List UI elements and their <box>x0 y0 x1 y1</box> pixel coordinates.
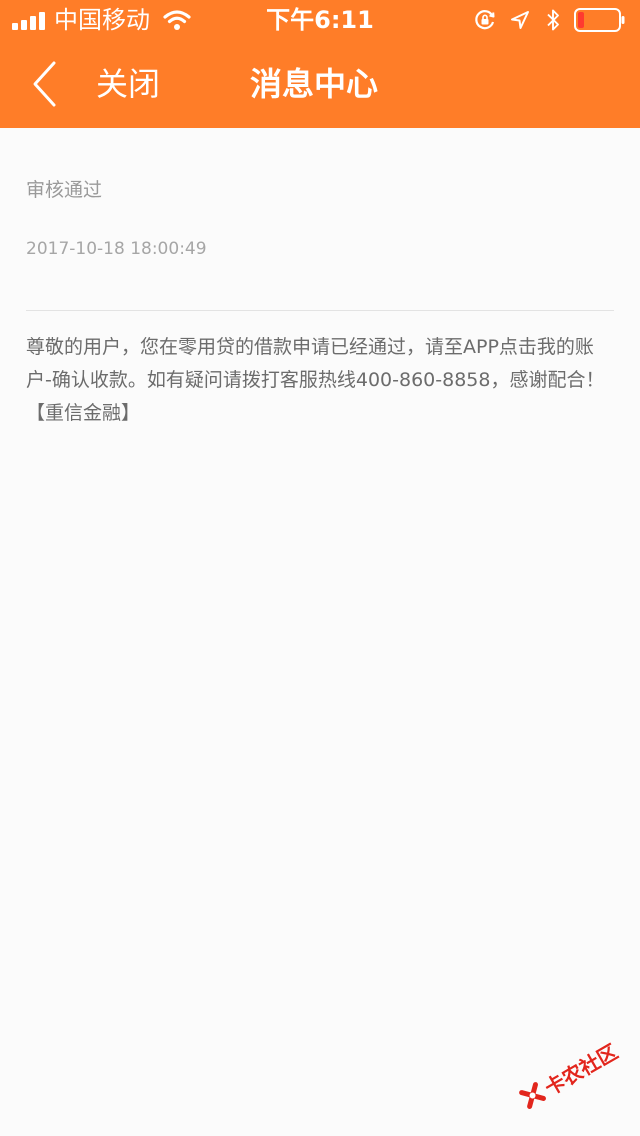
chevron-left-icon <box>33 61 56 107</box>
status-bar: 中国移动 下午6:11 <box>0 0 640 40</box>
back-button[interactable]: 关闭 <box>24 54 174 114</box>
battery-icon <box>574 8 625 32</box>
page-title: 消息中心 <box>250 65 379 103</box>
watermark-text: 卡农社区 <box>540 1038 622 1100</box>
header: 中国移动 下午6:11 关闭 消息中心 <box>0 0 640 128</box>
message-timestamp: 2017-10-18 18:00:49 <box>26 239 207 259</box>
message-body: 尊敬的用户，您在零用贷的借款申请已经通过，请至APP点击我的账户-确认收款。如有… <box>26 336 605 424</box>
bluetooth-icon <box>547 9 559 31</box>
divider <box>26 310 614 311</box>
battery-fill <box>578 12 584 28</box>
message-title: 审核通过 <box>26 179 103 201</box>
screen: 中国移动 下午6:11 关闭 消息中心 审核通过 2017-10-18 18:0… <box>0 0 640 1136</box>
close-label: 关闭 <box>96 65 161 103</box>
orientation-lock-icon <box>475 10 495 30</box>
watermark: 卡农社区 <box>503 1011 638 1135</box>
status-icons <box>474 8 626 32</box>
location-icon <box>511 11 529 29</box>
nav-bar: 关闭 消息中心 <box>0 40 640 128</box>
